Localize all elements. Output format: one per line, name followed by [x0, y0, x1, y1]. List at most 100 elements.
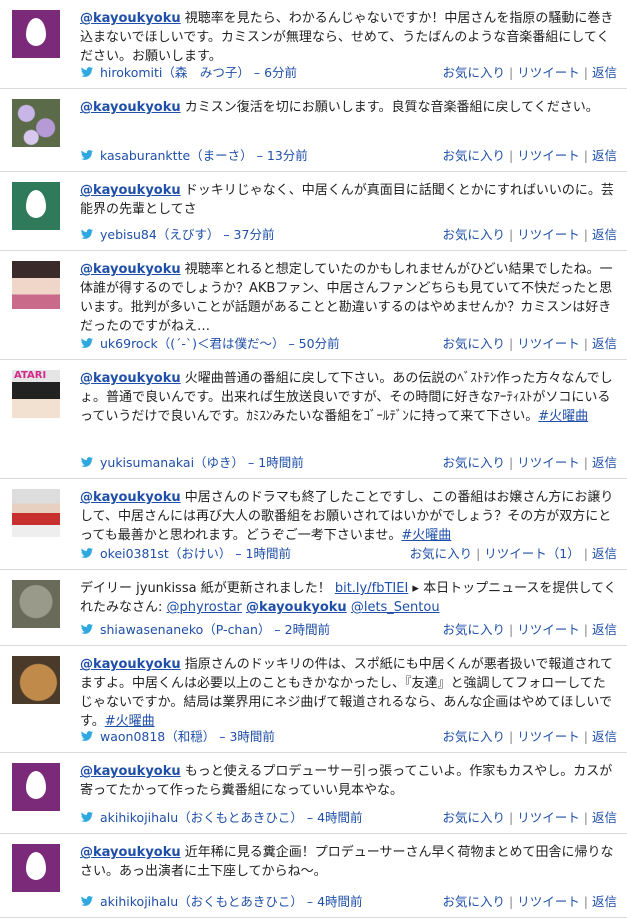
reply-button[interactable]: 返信	[592, 729, 617, 744]
retweet-button[interactable]: リツイート（1）	[484, 546, 579, 561]
reply-button[interactable]: 返信	[592, 894, 617, 909]
timestamp-link[interactable]: 4時間前	[317, 894, 362, 909]
inline-link[interactable]: @phyrostar	[167, 600, 242, 615]
avatar[interactable]	[12, 182, 60, 230]
mention-link[interactable]: @kayoukyoku	[80, 100, 181, 115]
avatar[interactable]	[12, 261, 60, 309]
avatar[interactable]	[12, 580, 60, 628]
favorite-button[interactable]: お気に入り	[443, 65, 506, 80]
egg-icon	[26, 771, 46, 799]
meta-dash: –	[284, 336, 299, 351]
meta-dash: –	[270, 622, 285, 637]
favorite-button[interactable]: お気に入り	[443, 227, 506, 242]
username-link[interactable]: yukisumanakai（ゆき）	[100, 455, 244, 470]
tweet-meta: akihikojihalu（おくもとあきひこ） – 4時間前 お気に入り | リツイー…	[80, 891, 617, 911]
username-link[interactable]: shiawasenaneko（P-chan）	[100, 622, 270, 637]
reply-button[interactable]: 返信	[592, 336, 617, 351]
username-link[interactable]: okei0381st（おけい）	[100, 546, 231, 561]
mention-link[interactable]: @kayoukyoku	[80, 183, 181, 198]
reply-button[interactable]: 返信	[592, 455, 617, 470]
username-link[interactable]: yebisu84（えびす）	[100, 227, 219, 242]
favorite-button[interactable]: お気に入り	[443, 455, 506, 470]
favorite-button[interactable]: お気に入り	[443, 894, 506, 909]
meta-dash: –	[252, 148, 267, 163]
action-separator: |	[509, 622, 514, 637]
reply-button[interactable]: 返信	[592, 148, 617, 163]
username-link[interactable]: waon0818（和穏）	[100, 729, 215, 744]
action-separator: |	[583, 894, 588, 909]
retweet-button[interactable]: リツイート	[517, 65, 580, 80]
username-link[interactable]: akihikojihalu（おくもとあきひこ）	[100, 810, 303, 825]
mention-link[interactable]: @kayoukyoku	[80, 490, 181, 505]
tweet-item: @kayoukyoku 近年稀に見る糞企画！プロデューサーさん早く荷物まとめて田…	[0, 834, 627, 918]
mention-link[interactable]: @kayoukyoku	[80, 11, 181, 26]
timestamp-link[interactable]: 13分前	[267, 148, 308, 163]
mention-link[interactable]: @kayoukyoku	[80, 764, 181, 779]
tweet-text: @kayoukyoku 視聴率を見たら、わかるんじゃないですか！中居さんを指原の…	[80, 9, 617, 66]
avatar[interactable]	[12, 844, 60, 892]
mention-link[interactable]: @kayoukyoku	[80, 371, 181, 386]
tweet-text: @kayoukyoku ドッキリじゃなく、中居くんが真面目に話聞くとかにすればい…	[80, 181, 617, 219]
avatar[interactable]	[12, 763, 60, 811]
retweet-button[interactable]: リツイート	[517, 336, 580, 351]
tweet-body: @kayoukyoku 指原さんのドッキリの件は、スポ紙にも中居くんが悪者扱いで…	[80, 646, 617, 731]
action-separator: |	[583, 336, 588, 351]
reply-button[interactable]: 返信	[592, 65, 617, 80]
timestamp-link[interactable]: 37分前	[234, 227, 275, 242]
retweet-button[interactable]: リツイート	[517, 622, 580, 637]
tweet-meta: shiawasenaneko（P-chan） – 2時間前 お気に入り | リツイート…	[80, 619, 617, 639]
tweet-body: デイリー jyunkissa 紙が更新されました！ bit.ly/fbTIEI …	[80, 570, 617, 617]
action-separator: |	[583, 227, 588, 242]
favorite-button[interactable]: お気に入り	[443, 729, 506, 744]
avatar[interactable]	[12, 656, 60, 704]
mention-link[interactable]: @kayoukyoku	[246, 600, 347, 615]
timestamp-link[interactable]: 1時間前	[246, 546, 291, 561]
retweet-button[interactable]: リツイート	[517, 148, 580, 163]
favorite-button[interactable]: お気に入り	[443, 622, 506, 637]
action-separator: |	[509, 729, 514, 744]
meta-dash: –	[302, 894, 318, 909]
username-link[interactable]: kasaburanktte（まーさ）	[100, 148, 253, 163]
timestamp-link[interactable]: 4時間前	[317, 810, 362, 825]
reply-button[interactable]: 返信	[592, 546, 617, 561]
reply-button[interactable]: 返信	[592, 622, 617, 637]
inline-link[interactable]: #火曜曲	[538, 409, 588, 424]
avatar[interactable]: ATARI	[12, 370, 60, 418]
timestamp-link[interactable]: 3時間前	[229, 729, 274, 744]
username-link[interactable]: hirokomiti（森 みつ子）	[100, 65, 250, 80]
avatar-logo-text: ATARI	[14, 370, 47, 381]
avatar[interactable]	[12, 489, 60, 537]
mention-link[interactable]: @kayoukyoku	[80, 845, 181, 860]
avatar[interactable]	[12, 99, 60, 147]
mention-link[interactable]: @kayoukyoku	[80, 657, 181, 672]
favorite-button[interactable]: お気に入り	[443, 336, 506, 351]
retweet-button[interactable]: リツイート	[517, 894, 580, 909]
retweet-button[interactable]: リツイート	[517, 810, 580, 825]
timestamp-link[interactable]: 1時間前	[258, 455, 303, 470]
inline-link[interactable]: @lets_Sentou	[351, 600, 440, 615]
inline-link[interactable]: bit.ly/fbTIEI	[335, 581, 408, 596]
favorite-button[interactable]: お気に入り	[443, 148, 506, 163]
username-link[interactable]: uk69rock（(´-`)＜君は僕だ〜）	[100, 336, 284, 351]
retweet-button[interactable]: リツイート	[517, 729, 580, 744]
twitter-bird-icon	[80, 337, 94, 348]
favorite-button[interactable]: お気に入り	[410, 546, 473, 561]
favorite-button[interactable]: お気に入り	[443, 810, 506, 825]
tweet-actions: お気に入り | リツイート | 返信	[443, 62, 617, 81]
tweet-body: @kayoukyoku 火曜曲普通の番組に戻して下さい。あの伝説のﾍﾞｽﾄﾃﾝ作…	[80, 360, 617, 426]
timestamp-link[interactable]: 50分前	[299, 336, 340, 351]
tweet-item: @kayoukyoku 指原さんのドッキリの件は、スポ紙にも中居くんが悪者扱いで…	[0, 646, 627, 753]
twitter-bird-icon	[80, 811, 94, 822]
inline-link[interactable]: #火曜曲	[401, 528, 451, 543]
username-link[interactable]: akihikojihalu（おくもとあきひこ）	[100, 894, 303, 909]
timestamp-link[interactable]: 2時間前	[285, 622, 330, 637]
reply-button[interactable]: 返信	[592, 810, 617, 825]
mention-link[interactable]: @kayoukyoku	[80, 262, 181, 277]
timestamp-link[interactable]: 6分前	[264, 65, 297, 80]
tweet-actions: お気に入り | リツイート | 返信	[443, 224, 617, 243]
reply-button[interactable]: 返信	[592, 227, 617, 242]
retweet-button[interactable]: リツイート	[517, 227, 580, 242]
retweet-button[interactable]: リツイート	[517, 455, 580, 470]
tweet-meta: yebisu84（えびす） – 37分前 お気に入り | リツイート | 返信	[80, 224, 617, 244]
avatar[interactable]	[12, 10, 60, 58]
